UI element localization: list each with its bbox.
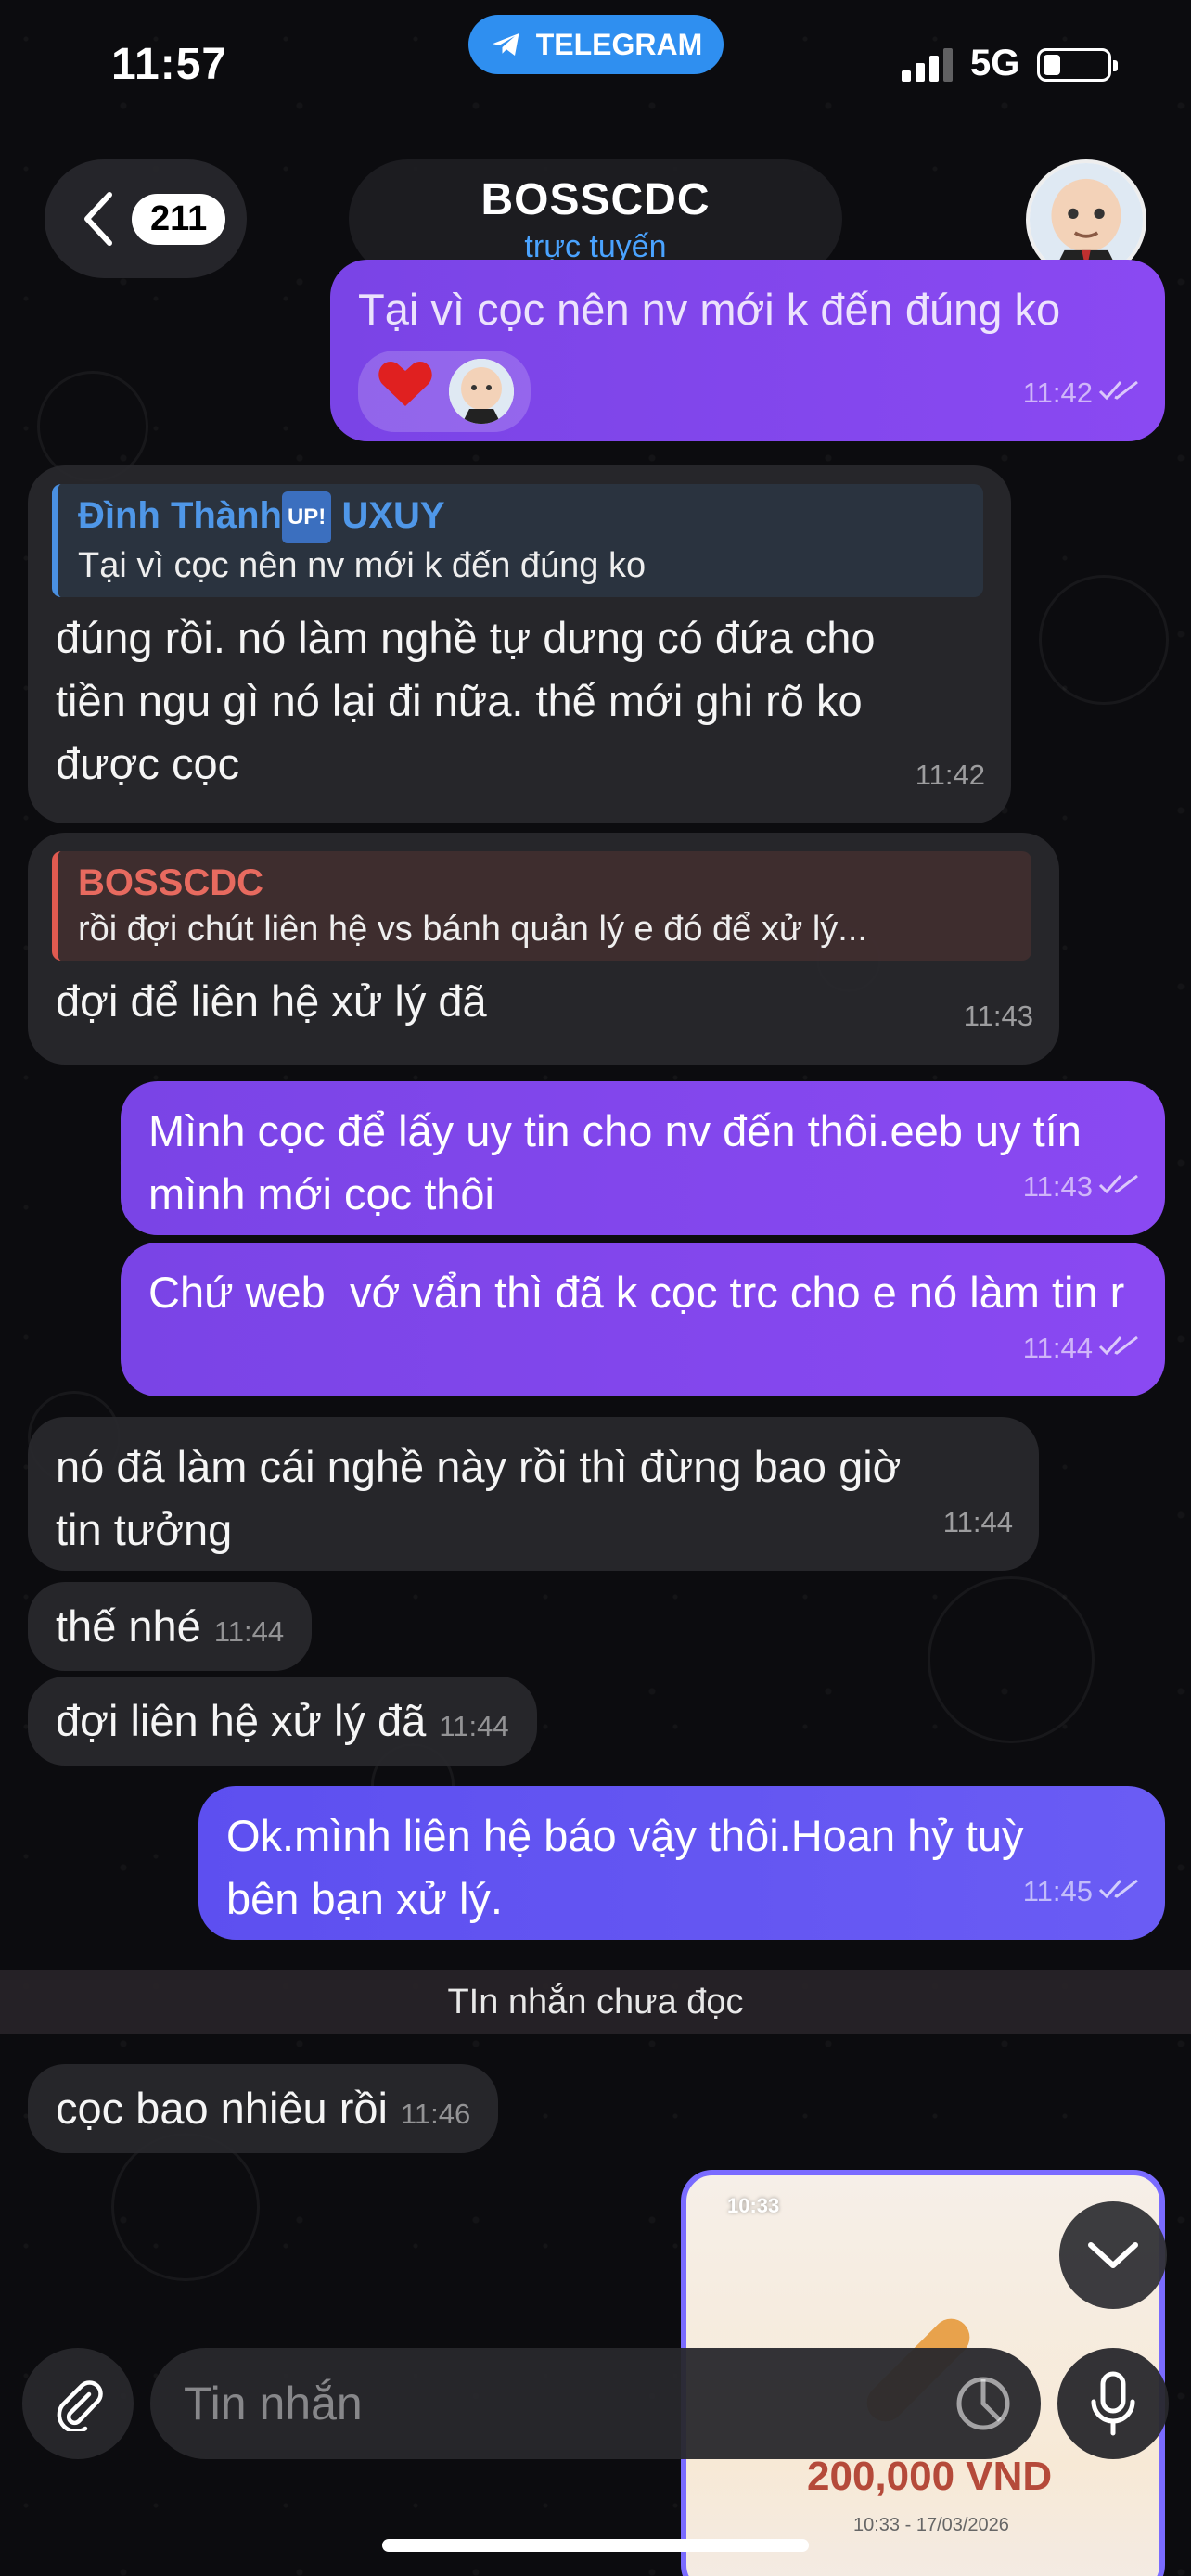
reaction-chip[interactable]: [358, 351, 531, 432]
double-check-icon: [1098, 1860, 1139, 1923]
image-status-time: 10:33: [727, 2194, 780, 2217]
message-time: 11:44: [213, 1615, 285, 1648]
home-indicator: [382, 2539, 809, 2552]
chat-title: BOSSCDC: [480, 175, 711, 224]
reply-quote[interactable]: BOSSCDC rồi đợi chút liên hệ vs bánh quả…: [52, 851, 1031, 961]
image-date: 10:33 - 17/03/2026: [853, 2515, 1009, 2535]
up-badge: UP!: [281, 491, 332, 544]
unread-count-badge: 211: [132, 193, 226, 245]
message-bubble-outgoing[interactable]: Ok.mình liên hệ báo vậy thôi.Hoan hỷ tuỳ…: [198, 1786, 1165, 1940]
double-check-icon: [1098, 1155, 1139, 1218]
reply-quote[interactable]: Đình Thành UP! UXUY Tại vì cọc nên nv mới…: [52, 484, 983, 598]
message-time: 11:46: [400, 2098, 471, 2130]
double-check-icon: [1098, 1317, 1139, 1380]
message-bubble-incoming[interactable]: đợi liên hệ xử lý đã 11:44: [28, 1677, 537, 1766]
reply-author: BOSSCDC: [78, 862, 264, 903]
message-meta: 11:44: [943, 1491, 1013, 1554]
scroll-to-bottom-button[interactable]: [1059, 2201, 1167, 2309]
chevron-down-icon: [1088, 2242, 1138, 2268]
message-meta: 11:45: [1023, 1860, 1139, 1923]
message-text: đợi liên hệ xử lý đã: [56, 1696, 427, 1745]
back-button[interactable]: 211: [45, 159, 247, 278]
message-meta: 11:43: [1023, 1155, 1139, 1218]
microphone-icon: [1091, 2371, 1135, 2436]
telegram-icon: [492, 33, 519, 56]
image-amount: 200,000 VND: [807, 2454, 1053, 2499]
message-time: 11:45: [1022, 1875, 1093, 1907]
reply-author: Đình Thành UP! UXUY: [78, 491, 965, 544]
reply-text: Tại vì cọc nên nv mới k đến đúng ko: [78, 546, 647, 586]
message-time: 11:44: [1022, 1332, 1093, 1364]
sticker-icon[interactable]: [954, 2374, 1013, 2433]
message-time: 11:42: [915, 759, 985, 791]
message-text: cọc bao nhiêu rồi: [56, 2084, 388, 2133]
message-bubble-incoming[interactable]: nó đã làm cái nghề này rồi thì đừng bao …: [28, 1417, 1039, 1571]
message-text: nó đã làm cái nghề này rồi thì đừng bao …: [56, 1442, 902, 1554]
message-meta: 11:44: [1023, 1317, 1139, 1380]
message-meta: 11:42: [1023, 362, 1139, 425]
message-text: Tại vì cọc nên nv mới k đến đúng ko: [358, 285, 1061, 334]
status-bar: 11:57 TELEGRAM 5G: [0, 0, 1191, 130]
message-bubble-outgoing[interactable]: Chứ web vớ vẩn thì đã k cọc trc cho e nó…: [121, 1243, 1165, 1396]
double-check-icon: [1098, 362, 1139, 425]
reply-text: rồi đợi chút liên hệ vs bánh quản lý e đ…: [78, 910, 867, 949]
message-text: đợi để liên hệ xử lý đã: [56, 976, 487, 1026]
message-time: 11:43: [963, 1000, 1033, 1032]
message-text: Mình cọc để lấy uy tin cho nv đến thôi.e…: [148, 1106, 1082, 1218]
message-bubble-incoming[interactable]: BOSSCDC rồi đợi chút liên hệ vs bánh quả…: [28, 833, 1059, 1065]
telegram-app-pill[interactable]: TELEGRAM: [468, 15, 724, 74]
message-text: thế nhé: [56, 1601, 201, 1651]
message-text: Ok.mình liên hệ báo vậy thôi.Hoan hỷ tuỳ…: [226, 1811, 1024, 1923]
message-bubble-incoming[interactable]: cọc bao nhiêu rồi 11:46: [28, 2064, 499, 2153]
message-time: 11:44: [439, 1710, 509, 1742]
message-input[interactable]: [184, 2348, 944, 2459]
voice-message-button[interactable]: [1057, 2348, 1169, 2459]
message-bubble-incoming[interactable]: thế nhé 11:44: [28, 1582, 313, 1671]
chevron-left-icon: [84, 192, 112, 246]
message-meta: 11:42: [916, 744, 985, 807]
message-time: 11:44: [942, 1506, 1013, 1538]
message-time: 11:43: [1022, 1170, 1093, 1203]
heart-icon: [378, 358, 432, 425]
message-time: 11:42: [1022, 376, 1093, 409]
app-pill-label: TELEGRAM: [535, 27, 703, 61]
message-bubble-outgoing[interactable]: Mình cọc để lấy uy tin cho nv đến thôi.e…: [121, 1081, 1165, 1235]
message-text: Chứ web vớ vẩn thì đã k cọc trc cho e nó…: [148, 1268, 1125, 1317]
message-text: đúng rồi. nó làm nghề tự dưng có đứa cho…: [56, 613, 876, 789]
message-bubble-incoming[interactable]: Đình Thành UP! UXUY Tại vì cọc nên nv mới…: [28, 465, 1011, 823]
battery-icon: [1037, 48, 1118, 82]
clock: 11:57: [111, 40, 228, 89]
message-composer[interactable]: [150, 2348, 1041, 2459]
unread-messages-divider: TIn nhắn chưa đọc: [0, 1970, 1191, 2034]
message-meta: 11:43: [964, 985, 1033, 1048]
message-bubble-outgoing[interactable]: Tại vì cọc nên nv mới k đến đúng ko 11:4…: [330, 260, 1165, 441]
network-type: 5G: [970, 43, 1020, 83]
attach-button[interactable]: [22, 2348, 134, 2459]
reaction-avatar: [449, 359, 514, 424]
signal-icon: [902, 48, 953, 82]
paperclip-icon: [57, 2380, 103, 2431]
